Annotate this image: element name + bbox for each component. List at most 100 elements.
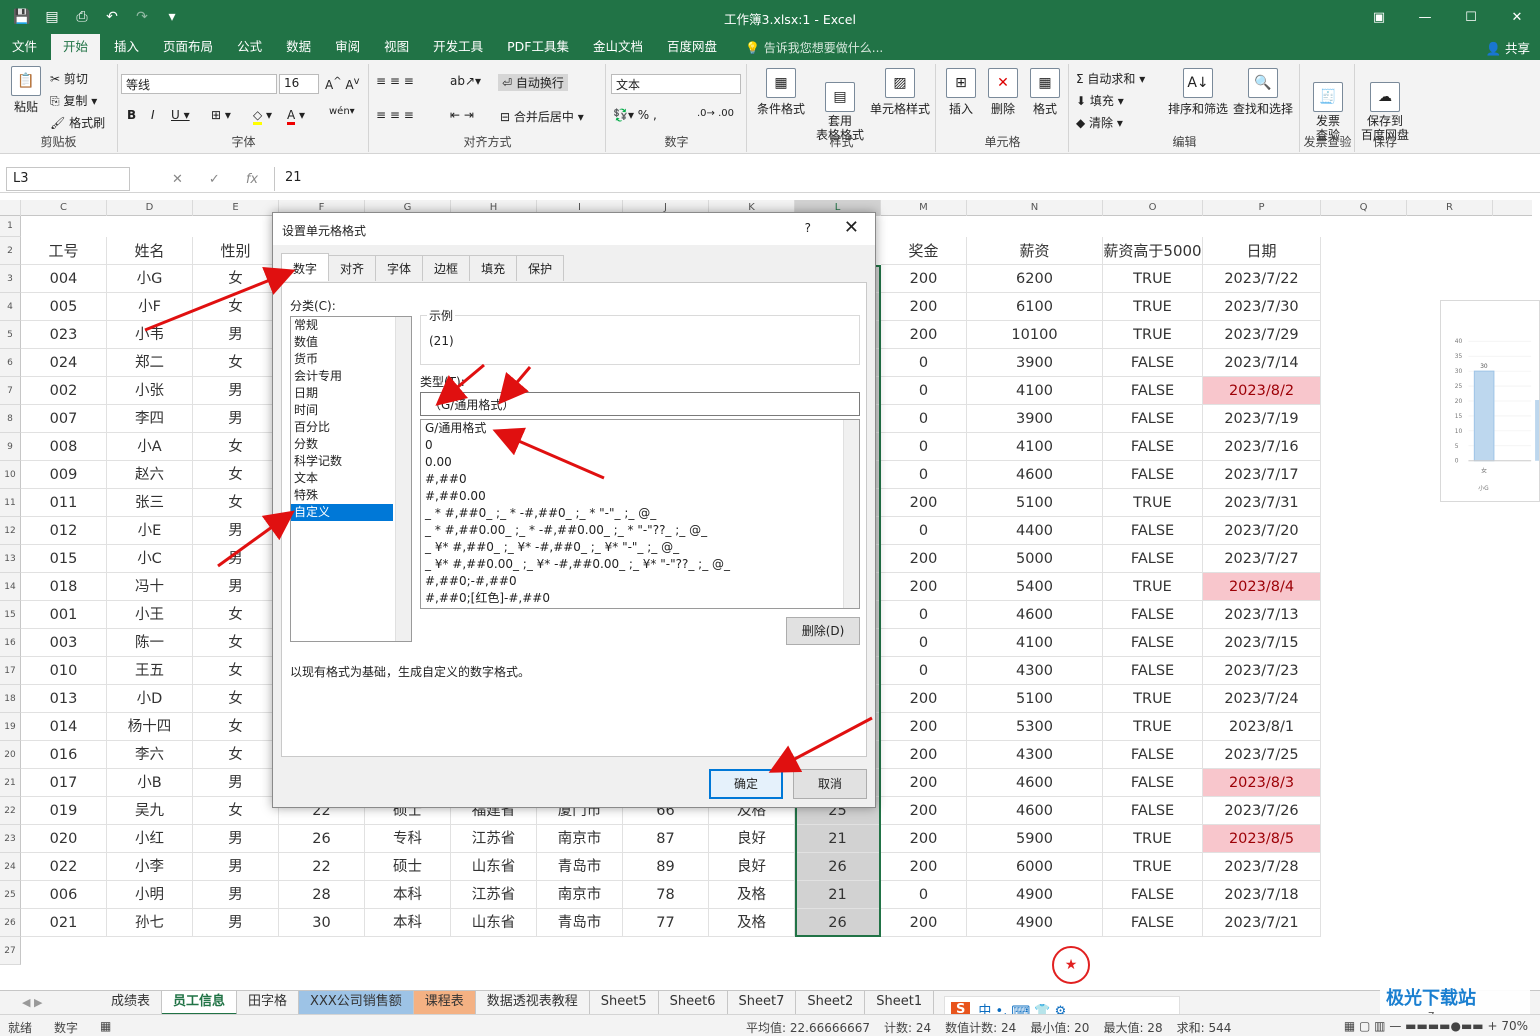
- cell[interactable]: 2023/7/19: [1203, 405, 1321, 433]
- category-item[interactable]: 数值: [291, 334, 393, 351]
- cell[interactable]: 6000: [967, 853, 1103, 881]
- cell[interactable]: 小张: [107, 377, 193, 405]
- cell[interactable]: 5000: [967, 545, 1103, 573]
- sheet-tab[interactable]: Sheet1: [865, 990, 935, 1015]
- cell[interactable]: 0: [881, 629, 967, 657]
- cell[interactable]: 2023/7/27: [1203, 545, 1321, 573]
- cell[interactable]: 2023/8/1: [1203, 713, 1321, 741]
- cell[interactable]: FALSE: [1103, 741, 1203, 769]
- cell[interactable]: 小红: [107, 825, 193, 853]
- category-scrollbar[interactable]: [395, 317, 411, 641]
- menu-tab[interactable]: 公式: [225, 34, 274, 60]
- align-top-icon[interactable]: ≡ ≡ ≡: [376, 74, 414, 88]
- cell[interactable]: 2023/7/17: [1203, 461, 1321, 489]
- cell[interactable]: 工号: [21, 237, 107, 265]
- sheet-tab[interactable]: Sheet7: [728, 990, 797, 1015]
- cell[interactable]: 女: [193, 713, 279, 741]
- cell[interactable]: 4100: [967, 629, 1103, 657]
- menu-tab[interactable]: 金山文档: [581, 34, 655, 60]
- cell[interactable]: 001: [21, 601, 107, 629]
- cell[interactable]: 006: [21, 881, 107, 909]
- save-icon[interactable]: 💾: [10, 6, 34, 28]
- cell[interactable]: 10100: [967, 321, 1103, 349]
- cell[interactable]: 小韦: [107, 321, 193, 349]
- cell[interactable]: 小D: [107, 685, 193, 713]
- cell[interactable]: 016: [21, 741, 107, 769]
- cell[interactable]: FALSE: [1103, 377, 1203, 405]
- cell[interactable]: 良好: [709, 825, 795, 853]
- cell[interactable]: 及格: [709, 909, 795, 937]
- embedded-chart[interactable]: 40 35 30 25 20 15 10 5 0 30 女小G: [1440, 300, 1540, 502]
- cell[interactable]: 020: [21, 825, 107, 853]
- cell[interactable]: 200: [881, 741, 967, 769]
- cell[interactable]: FALSE: [1103, 545, 1203, 573]
- cell[interactable]: 小F: [107, 293, 193, 321]
- cancel-icon[interactable]: ✕: [172, 172, 183, 187]
- format-cells-button[interactable]: ▦ 格式: [1025, 68, 1065, 117]
- cell[interactable]: 男: [193, 825, 279, 853]
- underline-icon[interactable]: U ▾: [171, 108, 190, 122]
- row-header[interactable]: 11: [0, 489, 21, 517]
- font-color-icon[interactable]: A ▾: [287, 108, 305, 125]
- sheet-tab[interactable]: 田字格: [237, 990, 300, 1015]
- cell[interactable]: 019: [21, 797, 107, 825]
- cell[interactable]: FALSE: [1103, 797, 1203, 825]
- invoice-check-button[interactable]: 🧾 发票 查验: [1305, 68, 1351, 142]
- maximize-icon[interactable]: ☐: [1448, 0, 1494, 34]
- share-button[interactable]: 👤 共享: [1485, 38, 1530, 57]
- format-item[interactable]: _ * #,##0_ ;_ * -#,##0_ ;_ * "-"_ ;_ @_: [421, 505, 859, 522]
- minimize-icon[interactable]: —: [1402, 0, 1448, 34]
- cell[interactable]: 200: [881, 489, 967, 517]
- ok-button[interactable]: 确定: [709, 769, 783, 799]
- column-header[interactable]: O: [1103, 200, 1203, 216]
- category-item[interactable]: 自定义: [291, 504, 393, 521]
- cell[interactable]: 21: [795, 825, 881, 853]
- format-painter-button[interactable]: 🖌 格式刷: [50, 114, 105, 131]
- cell[interactable]: 22: [279, 853, 365, 881]
- row-header[interactable]: 18: [0, 685, 21, 713]
- cell[interactable]: 2023/7/20: [1203, 517, 1321, 545]
- paste-button[interactable]: 📋 粘贴: [6, 66, 46, 115]
- customize-qat-icon[interactable]: ▾: [160, 6, 184, 28]
- cell[interactable]: 女: [193, 433, 279, 461]
- cell[interactable]: 小明: [107, 881, 193, 909]
- fx-icon[interactable]: fx: [246, 172, 258, 187]
- cell[interactable]: 山东省: [451, 853, 537, 881]
- cell[interactable]: 赵六: [107, 461, 193, 489]
- cell[interactable]: TRUE: [1103, 489, 1203, 517]
- sheet-tab[interactable]: 员工信息: [162, 990, 238, 1015]
- accounting-icon[interactable]: 💱▾ % ,: [613, 108, 657, 122]
- row-header[interactable]: 2: [0, 237, 21, 265]
- row-header[interactable]: 21: [0, 769, 21, 797]
- menu-tab[interactable]: PDF工具集: [495, 34, 581, 60]
- menu-tab[interactable]: 开始: [51, 34, 101, 60]
- format-item[interactable]: _ * #,##0.00_ ;_ * -#,##0.00_ ;_ * "-"??…: [421, 522, 859, 539]
- menu-tab[interactable]: 百度网盘: [655, 34, 729, 60]
- category-item[interactable]: 特殊: [291, 487, 393, 504]
- cell[interactable]: 023: [21, 321, 107, 349]
- cell[interactable]: 200: [881, 685, 967, 713]
- cell[interactable]: 007: [21, 405, 107, 433]
- cell[interactable]: 200: [881, 321, 967, 349]
- font-size-select[interactable]: 16: [279, 74, 319, 94]
- dialog-tab[interactable]: 边框: [422, 255, 471, 281]
- cell[interactable]: 女: [193, 601, 279, 629]
- cell[interactable]: 5400: [967, 573, 1103, 601]
- cell[interactable]: 郑二: [107, 349, 193, 377]
- tell-me-box[interactable]: 💡 告诉我您想要做什么...: [745, 39, 883, 56]
- cell[interactable]: 薪资高于5000: [1103, 237, 1203, 265]
- align-left-icon[interactable]: ≡ ≡ ≡: [376, 108, 414, 122]
- cell[interactable]: 男: [193, 377, 279, 405]
- cell[interactable]: 0: [881, 405, 967, 433]
- menu-tab[interactable]: 插入: [102, 34, 151, 60]
- italic-icon[interactable]: I: [151, 108, 155, 122]
- merge-center-button[interactable]: ⊟ 合并后居中 ▾: [500, 108, 584, 125]
- cell[interactable]: 陈一: [107, 629, 193, 657]
- row-header[interactable]: 4: [0, 293, 21, 321]
- row-header[interactable]: 26: [0, 909, 21, 937]
- cut-button[interactable]: ✂ 剪切: [50, 70, 88, 87]
- dialog-tab[interactable]: 填充: [469, 255, 518, 281]
- cell[interactable]: FALSE: [1103, 461, 1203, 489]
- sheet-tab[interactable]: Sheet6: [659, 990, 728, 1015]
- cell[interactable]: FALSE: [1103, 629, 1203, 657]
